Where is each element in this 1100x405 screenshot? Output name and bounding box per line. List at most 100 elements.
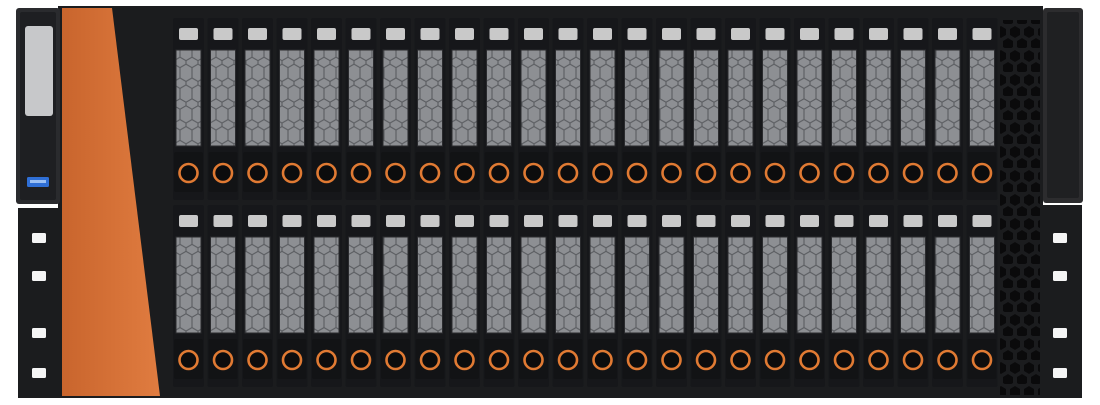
drive-release-ring-icon[interactable] <box>350 162 372 184</box>
drive-bay[interactable] <box>794 205 825 387</box>
drive-bay[interactable] <box>897 205 929 387</box>
drive-release-ring-icon[interactable] <box>626 162 648 184</box>
drive-release-ring-icon[interactable] <box>626 349 648 371</box>
drive-release-ring-icon[interactable] <box>488 162 510 184</box>
drive-release-ring-icon[interactable] <box>902 162 924 184</box>
drive-label-slot <box>455 215 474 227</box>
drive-bay[interactable] <box>207 18 239 200</box>
drive-bay[interactable] <box>621 205 653 387</box>
drive-bay[interactable] <box>759 18 791 200</box>
drive-bay[interactable] <box>828 205 860 387</box>
drive-release-ring-icon[interactable] <box>833 349 855 371</box>
drive-bay[interactable] <box>414 18 446 200</box>
drive-bay[interactable] <box>449 18 480 200</box>
drive-release-ring-icon[interactable] <box>316 349 337 371</box>
drive-release-ring-icon[interactable] <box>488 349 510 371</box>
drive-release-ring-icon[interactable] <box>523 349 544 371</box>
drive-release-ring-icon[interactable] <box>937 349 958 371</box>
drive-bay[interactable] <box>932 205 963 387</box>
drive-bay[interactable] <box>380 18 411 200</box>
drive-bay[interactable] <box>552 205 584 387</box>
drive-release-ring-icon[interactable] <box>178 349 199 371</box>
drive-bay[interactable] <box>173 205 204 387</box>
drive-release-ring-icon[interactable] <box>350 349 372 371</box>
drive-release-ring-icon[interactable] <box>557 162 579 184</box>
drive-release-ring-icon[interactable] <box>971 162 993 184</box>
drive-release-ring-icon[interactable] <box>695 349 717 371</box>
drive-release-ring-icon[interactable] <box>212 162 234 184</box>
drive-bay[interactable] <box>725 205 756 387</box>
drive-bay[interactable] <box>311 205 342 387</box>
drive-bay[interactable] <box>449 205 480 387</box>
drive-release-ring-icon[interactable] <box>730 349 751 371</box>
drive-release-ring-icon[interactable] <box>316 162 337 184</box>
drive-release-ring-icon[interactable] <box>385 162 406 184</box>
drive-release-ring-icon[interactable] <box>799 349 820 371</box>
drive-bay[interactable] <box>656 18 687 200</box>
drive-release-ring-icon[interactable] <box>557 349 579 371</box>
drive-bay[interactable] <box>897 18 929 200</box>
drive-bay[interactable] <box>621 18 653 200</box>
drive-bay[interactable] <box>276 205 308 387</box>
drive-bay[interactable] <box>690 18 722 200</box>
drive-release-ring-icon[interactable] <box>281 162 303 184</box>
drive-bay[interactable] <box>345 205 377 387</box>
drive-release-ring-icon[interactable] <box>937 162 958 184</box>
drive-bay[interactable] <box>863 205 894 387</box>
drive-release-ring-icon[interactable] <box>971 349 993 371</box>
drive-release-ring-icon[interactable] <box>419 162 441 184</box>
drive-bay[interactable] <box>311 18 342 200</box>
drive-release-ring-icon[interactable] <box>247 349 268 371</box>
drive-release-ring-icon[interactable] <box>212 349 234 371</box>
drive-release-ring-icon[interactable] <box>695 162 717 184</box>
drive-release-ring-icon[interactable] <box>592 162 613 184</box>
drive-bay[interactable] <box>690 205 722 387</box>
drive-release-ring-icon[interactable] <box>902 349 924 371</box>
drive-bay[interactable] <box>966 205 998 387</box>
drive-bay[interactable] <box>518 205 549 387</box>
drive-bay[interactable] <box>863 18 894 200</box>
drive-bay[interactable] <box>242 18 273 200</box>
drive-bay[interactable] <box>587 18 618 200</box>
drive-bay[interactable] <box>932 18 963 200</box>
drive-release-ring-icon[interactable] <box>454 349 475 371</box>
drive-release-ring-icon[interactable] <box>523 162 544 184</box>
drive-release-ring-icon[interactable] <box>178 162 199 184</box>
drive-bay[interactable] <box>587 205 618 387</box>
drive-release-ring-icon[interactable] <box>764 162 786 184</box>
drive-release-ring-icon[interactable] <box>247 162 268 184</box>
drive-release-ring-icon[interactable] <box>592 349 613 371</box>
drive-bay[interactable] <box>725 18 756 200</box>
drive-bay[interactable] <box>483 18 515 200</box>
drive-bay[interactable] <box>242 205 273 387</box>
drive-release-ring-icon[interactable] <box>661 349 682 371</box>
drive-release-ring-icon[interactable] <box>868 349 889 371</box>
rack-mount-hole-icon <box>32 271 46 281</box>
drive-bay[interactable] <box>276 18 308 200</box>
drive-bay[interactable] <box>518 18 549 200</box>
drive-release-ring-icon[interactable] <box>764 349 786 371</box>
drive-release-ring-icon[interactable] <box>281 349 303 371</box>
drive-bay[interactable] <box>207 205 239 387</box>
drive-release-ring-icon[interactable] <box>419 349 441 371</box>
drive-label-slot <box>696 215 716 227</box>
drive-bay[interactable] <box>173 18 204 200</box>
drive-bay[interactable] <box>656 205 687 387</box>
drive-release-ring-icon[interactable] <box>730 162 751 184</box>
drive-release-ring-icon[interactable] <box>454 162 475 184</box>
drive-bay[interactable] <box>966 18 998 200</box>
drive-bay[interactable] <box>794 18 825 200</box>
drive-release-ring-icon[interactable] <box>833 162 855 184</box>
drive-bay[interactable] <box>345 18 377 200</box>
drive-vent-mesh <box>969 237 995 333</box>
drive-bay[interactable] <box>483 205 515 387</box>
drive-bay[interactable] <box>380 205 411 387</box>
drive-release-ring-icon[interactable] <box>661 162 682 184</box>
drive-bay[interactable] <box>759 205 791 387</box>
drive-bay[interactable] <box>828 18 860 200</box>
drive-release-ring-icon[interactable] <box>799 162 820 184</box>
drive-bay[interactable] <box>414 205 446 387</box>
drive-release-ring-icon[interactable] <box>868 162 889 184</box>
drive-release-ring-icon[interactable] <box>385 349 406 371</box>
drive-bay[interactable] <box>552 18 584 200</box>
